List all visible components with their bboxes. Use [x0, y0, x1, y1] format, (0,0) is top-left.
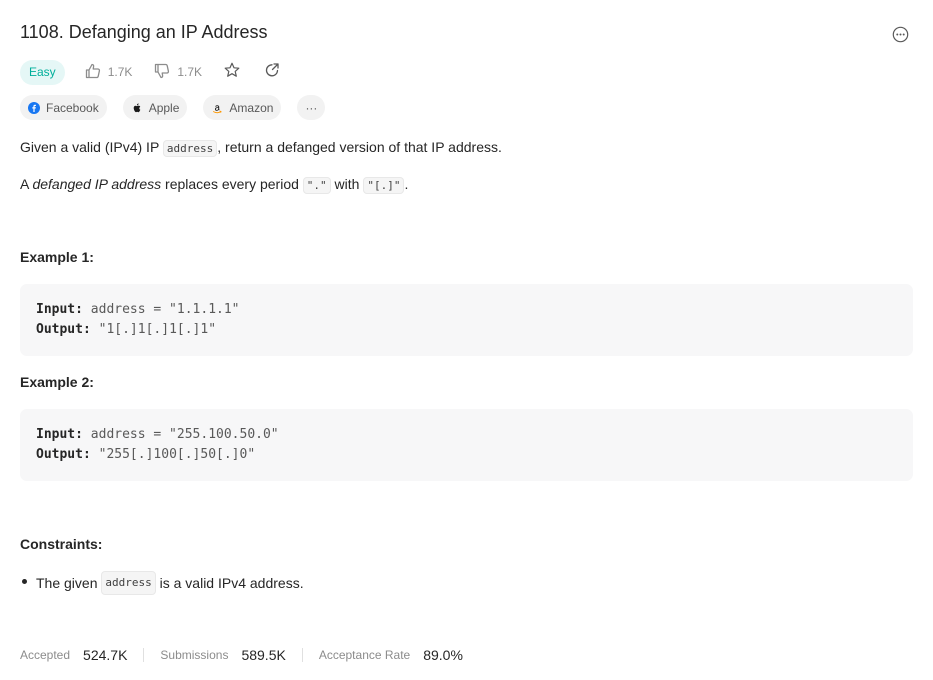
company-label: Apple	[148, 100, 180, 115]
more-options-icon[interactable]	[892, 26, 909, 43]
company-tag-facebook[interactable]: Facebook	[20, 95, 107, 120]
star-icon	[224, 62, 240, 83]
emphasis-text: defanged IP address	[32, 176, 162, 192]
share-button[interactable]	[264, 62, 280, 83]
acceptance-rate-label: Acceptance Rate	[318, 648, 411, 662]
stats-bar: Accepted 524.7K Submissions 589.5K Accep…	[20, 647, 463, 663]
divider	[301, 648, 303, 662]
inline-code: address	[162, 140, 218, 157]
dislike-count: 1.7K	[177, 65, 203, 79]
accepted-label: Accepted	[20, 648, 71, 662]
description-paragraph-2: A defanged IP address replaces every per…	[20, 174, 408, 196]
company-label: Amazon	[229, 100, 274, 115]
acceptance-rate-value: 89.0%	[423, 647, 463, 663]
description-text: replaces every period	[161, 176, 303, 192]
example-1-block: Input: address = "1.1.1.1" Output: "1[.]…	[20, 284, 913, 356]
input-label: Input:	[36, 427, 83, 442]
more-tags-button[interactable]: ···	[297, 95, 326, 120]
constraints-heading: Constraints:	[20, 536, 103, 552]
description-paragraph-1: Given a valid (IPv4) IP address, return …	[20, 137, 502, 159]
description-text: .	[404, 176, 409, 192]
inline-code: address	[101, 571, 156, 595]
like-button[interactable]: 1.7K	[85, 63, 133, 82]
company-tags: Facebook Apple Amazon ···	[20, 95, 341, 120]
output-label: Output:	[36, 322, 91, 337]
output-value: "255[.]100[.]50[.]0"	[90, 447, 256, 462]
example-2-block: Input: address = "255.100.50.0" Output: …	[20, 409, 913, 481]
thumbs-down-icon	[154, 63, 177, 82]
input-value: address = "1.1.1.1"	[82, 302, 240, 317]
constraint-text: The given	[36, 575, 102, 591]
difficulty-badge: Easy	[20, 59, 65, 85]
description-text: , return a defanged version of that IP a…	[217, 139, 502, 155]
facebook-icon	[28, 101, 40, 114]
output-value: "1[.]1[.]1[.]1"	[90, 322, 217, 337]
submissions-label: Submissions	[160, 648, 229, 662]
company-tag-amazon[interactable]: Amazon	[203, 95, 282, 120]
inline-code: "[.]"	[363, 177, 405, 194]
share-icon	[264, 62, 280, 83]
input-value: address = "255.100.50.0"	[82, 427, 279, 442]
problem-title: 1108. Defanging an IP Address	[20, 22, 268, 42]
favorite-button[interactable]	[224, 62, 240, 83]
example-2-heading: Example 2:	[20, 374, 94, 390]
company-label: Facebook	[46, 100, 99, 115]
like-count: 1.7K	[107, 65, 133, 79]
constraint-text: is a valid IPv4 address.	[155, 575, 304, 591]
dislike-button[interactable]: 1.7K	[154, 63, 202, 82]
example-1-heading: Example 1:	[20, 249, 94, 265]
bullet-dot	[22, 579, 27, 584]
input-label: Input:	[36, 302, 83, 317]
description-text: Given a valid (IPv4) IP	[20, 139, 163, 155]
amazon-icon	[211, 102, 223, 114]
output-label: Output:	[36, 447, 91, 462]
thumbs-up-icon	[85, 63, 108, 82]
problem-meta-row: Easy 1.7K 1.7K	[20, 59, 304, 85]
apple-icon	[131, 102, 143, 114]
accepted-value: 524.7K	[83, 647, 128, 663]
inline-code: "."	[302, 177, 331, 194]
constraint-item: The given address is a valid IPv4 addres…	[22, 571, 304, 595]
divider	[143, 648, 145, 662]
description-text: A	[20, 176, 33, 192]
company-tag-apple[interactable]: Apple	[122, 95, 188, 120]
submissions-value: 589.5K	[241, 647, 286, 663]
description-text: with	[330, 176, 364, 192]
